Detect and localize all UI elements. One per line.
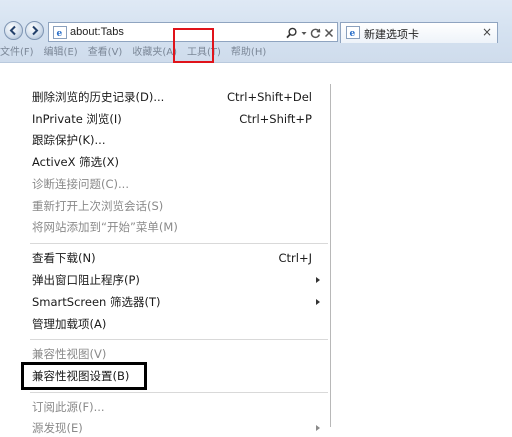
search-icon[interactable] (286, 27, 298, 39)
menu-item-label: ActiveX 筛选(X) (32, 155, 119, 169)
browser-toolbar: e about:Tabs e 新建选项卡 × 文件(F) 编辑(E) 查看(V)… (0, 0, 512, 63)
menu-separator (30, 339, 328, 340)
menu-item-add-to-start: 将网站添加到“开始”菜单(M) (32, 218, 320, 236)
menu-item-compatibility-view: 兼容性视图(V) (32, 345, 320, 363)
dropdown-arrow-icon[interactable] (301, 27, 307, 39)
menu-item-label: SmartScreen 筛选器(T) (32, 295, 161, 309)
menu-item-smartscreen[interactable]: SmartScreen 筛选器(T) (32, 293, 320, 311)
menu-item-activex-filtering[interactable]: ActiveX 筛选(X) (32, 153, 320, 171)
address-url[interactable]: about:Tabs (70, 26, 124, 38)
refresh-icon[interactable] (310, 27, 321, 39)
menu-item-popup-blocker[interactable]: 弹出窗口阻止程序(P) (32, 271, 320, 289)
menu-item-shortcut: Ctrl+Shift+P (239, 112, 312, 126)
submenu-arrow-icon (316, 299, 320, 305)
close-icon[interactable] (324, 27, 334, 39)
tools-menu-highlight (173, 28, 214, 63)
menu-item-label: 订阅此源(F)... (32, 400, 105, 414)
menu-item-label: 兼容性视图(V) (32, 347, 107, 361)
menu-item-label: 将网站添加到“开始”菜单(M) (32, 220, 178, 234)
menu-item-diagnose-connection: 诊断连接问题(C)... (32, 175, 320, 193)
menu-item-feed-discovery: 源发现(E) (32, 419, 320, 437)
back-button[interactable] (4, 21, 23, 40)
menu-item-view-downloads[interactable]: 查看下载(N) Ctrl+J (32, 249, 320, 267)
forward-arrow-icon (32, 25, 39, 36)
menu-file[interactable]: 文件(F) (0, 46, 40, 60)
tab-new-tab[interactable]: e 新建选项卡 × (340, 22, 498, 43)
menu-item-inprivate[interactable]: InPrivate 浏览(I) Ctrl+Shift+P (32, 110, 320, 128)
ie-page-icon: e (346, 26, 360, 39)
ie-page-icon: e (53, 26, 67, 39)
svg-text:e: e (57, 29, 63, 39)
menu-item-shortcut: Ctrl+Shift+Del (227, 90, 312, 104)
menu-item-manage-addons[interactable]: 管理加载项(A) (32, 315, 320, 333)
menu-edit[interactable]: 编辑(E) (40, 46, 84, 60)
tab-close-icon[interactable]: × (482, 25, 492, 39)
menu-item-tracking-protection[interactable]: 跟踪保护(K)... (32, 131, 320, 149)
menu-item-label: 重新打开上次浏览会话(S) (32, 199, 164, 213)
menu-item-label: 跟踪保护(K)... (32, 133, 106, 147)
menu-item-label: 源发现(E) (32, 421, 83, 435)
menu-item-subscribe-feed: 订阅此源(F)... (32, 398, 320, 416)
menu-separator (30, 392, 328, 393)
menu-bar: 文件(F) 编辑(E) 查看(V) 收藏夹(A) 工具(T) 帮助(H) (0, 45, 272, 61)
menu-item-label: 诊断连接问题(C)... (32, 177, 129, 191)
menu-view[interactable]: 查看(V) (84, 46, 129, 60)
menu-item-label: 弹出窗口阻止程序(P) (32, 273, 140, 287)
menu-item-label: 删除浏览的历史记录(D)... (32, 90, 165, 104)
menu-help[interactable]: 帮助(H) (227, 46, 272, 60)
svg-text:e: e (350, 29, 356, 39)
menu-item-label: 管理加载项(A) (32, 317, 107, 331)
compatibility-settings-callout (21, 362, 147, 390)
menu-item-reopen-session: 重新打开上次浏览会话(S) (32, 197, 320, 215)
menu-item-delete-history[interactable]: 删除浏览的历史记录(D)... Ctrl+Shift+Del (32, 88, 320, 106)
tab-label: 新建选项卡 (364, 28, 419, 41)
menu-item-label: InPrivate 浏览(I) (32, 112, 122, 126)
back-arrow-icon (9, 25, 16, 36)
submenu-arrow-icon (316, 425, 320, 431)
menu-item-shortcut: Ctrl+J (278, 251, 313, 265)
forward-button[interactable] (25, 21, 44, 40)
menu-item-label: 查看下载(N) (32, 251, 96, 265)
menu-separator (30, 243, 328, 244)
submenu-arrow-icon (316, 277, 320, 283)
